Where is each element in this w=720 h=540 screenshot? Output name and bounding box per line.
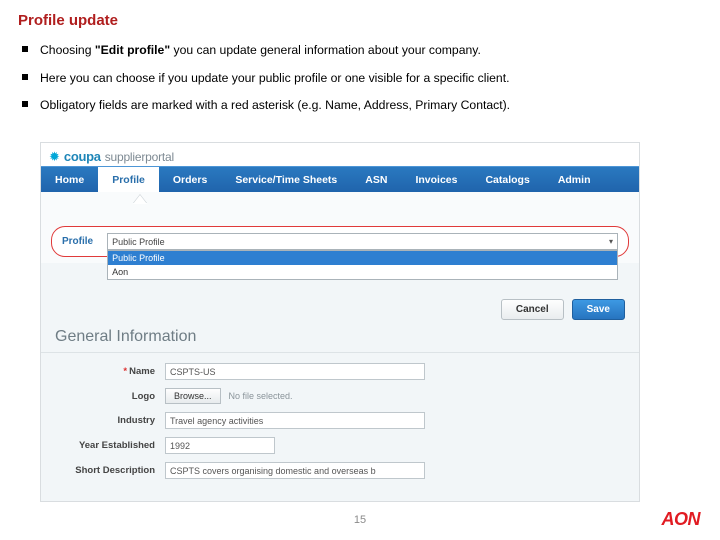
label-industry: Industry (55, 415, 165, 426)
bullet-text: Obligatory fields are marked with a red … (40, 98, 510, 112)
tab-catalogs[interactable]: Catalogs (471, 167, 543, 192)
aon-logo: AON (662, 509, 701, 530)
brand-bar: ✹ coupa supplierportal (41, 143, 639, 166)
browse-button[interactable]: Browse... (165, 388, 221, 404)
row-industry: Industry Travel agency activities (55, 412, 625, 429)
tab-profile[interactable]: Profile (98, 167, 159, 192)
label-short-description: Short Description (55, 465, 165, 476)
gear-icon: ✹ (49, 150, 60, 163)
cancel-button[interactable]: Cancel (501, 299, 564, 320)
label-logo: Logo (55, 391, 165, 402)
bullet-item: Choosing "Edit profile" you can update g… (18, 42, 698, 60)
bullet-text: Here you can choose if you update your p… (40, 71, 509, 85)
callout-tail-icon (133, 195, 147, 204)
profile-select-callout: Profile Public Profile ▾ Public Profile … (51, 226, 629, 257)
tab-service-time-sheets[interactable]: Service/Time Sheets (221, 167, 351, 192)
bullet-text: you can update general information about… (170, 43, 481, 57)
label-name: *Name (55, 366, 165, 377)
tab-invoices[interactable]: Invoices (401, 167, 471, 192)
tab-home[interactable]: Home (41, 167, 98, 192)
profile-option-public[interactable]: Public Profile (108, 251, 617, 265)
main-nav: Home Profile Orders Service/Time Sheets … (41, 166, 639, 192)
row-short-description: Short Description CSPTS covers organisin… (55, 462, 625, 479)
profile-select-value: Public Profile (112, 237, 165, 247)
tab-asn[interactable]: ASN (351, 167, 401, 192)
profile-dropdown: Public Profile Aon (107, 250, 618, 280)
profile-select[interactable]: Public Profile ▾ (107, 233, 618, 250)
file-status: No file selected. (229, 391, 293, 401)
row-logo: Logo Browse... No file selected. (55, 388, 625, 404)
bullet-text: Choosing (40, 43, 95, 57)
tab-admin[interactable]: Admin (544, 167, 605, 192)
brand-supplierportal: supplierportal (105, 150, 174, 164)
input-industry[interactable]: Travel agency activities (165, 412, 425, 429)
input-name[interactable]: CSPTS-US (165, 363, 425, 380)
row-name: *Name CSPTS-US (55, 363, 625, 380)
profile-select-wrap: Public Profile ▾ Public Profile Aon (107, 233, 618, 250)
bullet-item: Obligatory fields are marked with a red … (18, 97, 698, 115)
tab-orders[interactable]: Orders (159, 167, 221, 192)
screenshot-container: ✹ coupa supplierportal Home Profile Orde… (40, 142, 640, 502)
section-heading: General Information (41, 326, 639, 353)
page-number: 15 (0, 514, 720, 526)
profile-label: Profile (62, 236, 93, 247)
input-short-description[interactable]: CSPTS covers organising domestic and ove… (165, 462, 425, 479)
form-general-info: *Name CSPTS-US Logo Browse... No file se… (41, 353, 639, 501)
required-asterisk-icon: * (123, 366, 127, 377)
chevron-down-icon: ▾ (609, 237, 613, 246)
brand-coupa: coupa (64, 149, 101, 164)
profile-option-aon[interactable]: Aon (108, 265, 617, 279)
bullet-item: Here you can choose if you update your p… (18, 70, 698, 88)
row-year: Year Established 1992 (55, 437, 625, 454)
slide-title: Profile update (18, 12, 118, 29)
input-year[interactable]: 1992 (165, 437, 275, 454)
label-year: Year Established (55, 440, 165, 451)
bullet-bold: "Edit profile" (95, 43, 170, 57)
save-button[interactable]: Save (572, 299, 625, 320)
bullet-list: Choosing "Edit profile" you can update g… (18, 42, 698, 125)
